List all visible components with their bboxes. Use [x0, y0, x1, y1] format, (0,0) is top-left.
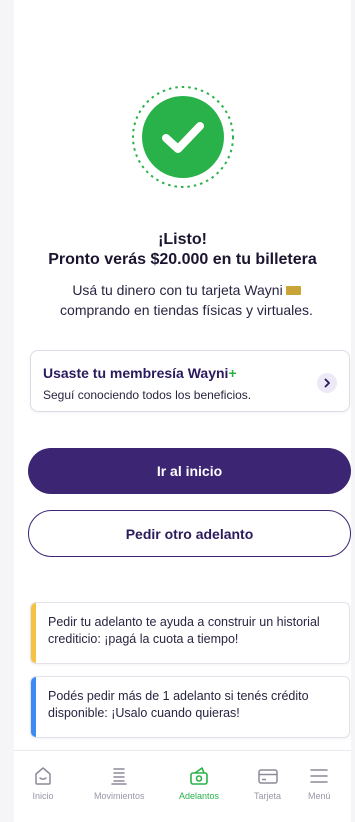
menu-icon — [310, 769, 329, 783]
nav-item-inicio[interactable]: Inicio — [32, 765, 54, 801]
nav-item-movimientos[interactable]: Movimientos — [94, 765, 145, 801]
tip-text: Pedir tu adelanto te ayuda a construir u… — [48, 615, 320, 646]
nav-label: Inicio — [32, 791, 54, 801]
go-home-button[interactable]: Ir al inicio — [28, 448, 351, 494]
bottom-nav: Inicio Movimientos Adelantos Tarjeta Men… — [14, 750, 351, 822]
membership-subtitle: Seguí conociendo todos los beneficios. — [43, 388, 252, 402]
membership-card[interactable]: Usaste tu membresía Wayni+ Seguí conocie… — [30, 350, 350, 412]
card-icon — [285, 285, 301, 295]
description-line-2: comprando en tiendas físicas y virtuales… — [60, 302, 313, 318]
nav-item-adelantos[interactable]: Adelantos — [179, 765, 219, 801]
nav-label: Movimientos — [94, 791, 145, 801]
nav-label: Menú — [308, 791, 331, 801]
success-check-icon — [130, 84, 236, 190]
card-icon — [257, 769, 278, 784]
nav-item-tarjeta[interactable]: Tarjeta — [254, 765, 281, 801]
nav-label: Adelantos — [179, 791, 220, 801]
membership-title: Usaste tu membresía Wayni+ — [43, 365, 237, 381]
nav-item-menu[interactable]: Menú — [308, 765, 331, 801]
chevron-right-icon[interactable] — [317, 373, 337, 393]
screen: ¡Listo! Pronto verás $20.000 en tu bille… — [14, 0, 351, 750]
nav-label: Tarjeta — [254, 791, 282, 801]
tip-card: Podés pedir más de 1 adelanto si tenés c… — [30, 676, 350, 738]
status-subtitle: Pronto verás $20.000 en tu billetera — [48, 251, 317, 268]
tip-text: Podés pedir más de 1 adelanto si tenés c… — [48, 689, 309, 720]
membership-title-text: Usaste tu membresía Wayni — [43, 365, 229, 381]
home-icon — [35, 767, 51, 785]
tip-accent-bar — [31, 677, 36, 737]
tip-accent-bar — [31, 603, 36, 663]
status-title: ¡Listo! — [158, 231, 207, 248]
list-icon — [111, 768, 127, 785]
status-description: Usá tu dinero con tu tarjeta Wayni compr… — [30, 280, 343, 320]
tip-card: Pedir tu adelanto te ayuda a construir u… — [30, 602, 350, 664]
request-another-advance-button[interactable]: Pedir otro adelanto — [28, 510, 351, 557]
description-line-1: Usá tu dinero con tu tarjeta Wayni — [72, 282, 283, 298]
membership-plus: + — [228, 365, 237, 381]
cash-icon — [190, 767, 208, 785]
